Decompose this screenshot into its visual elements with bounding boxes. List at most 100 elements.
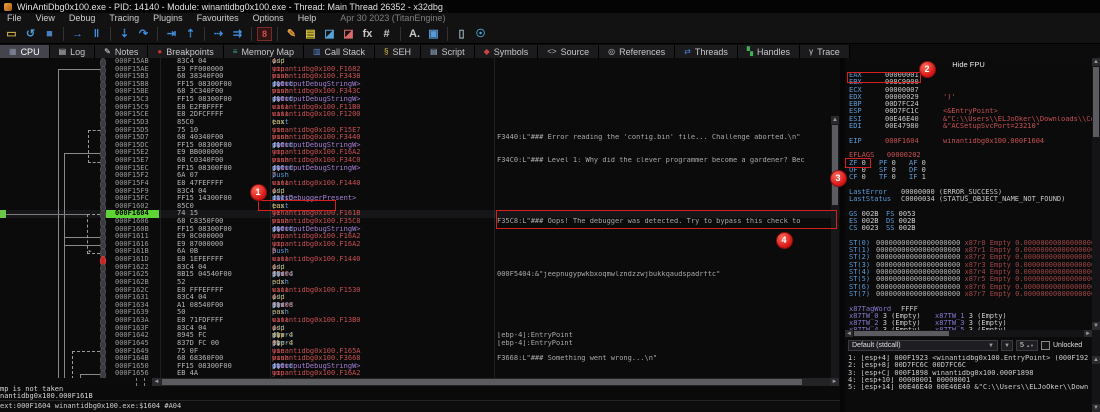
tab-references[interactable]: ◎References bbox=[599, 45, 675, 58]
calculator-icon[interactable]: ▯ bbox=[453, 26, 470, 42]
scroll-left-button[interactable]: ◄ bbox=[845, 330, 853, 337]
tab-notes[interactable]: ✎Notes bbox=[95, 45, 148, 58]
scroll-up-button[interactable]: ▲ bbox=[1092, 356, 1100, 364]
disasm-row[interactable]: 000F15B368 38340F00push winantidbg0x100.… bbox=[0, 73, 840, 81]
register-line[interactable]: x87TW_0 3 (Empty)x87TW_1 3 (Empty) bbox=[845, 313, 1092, 320]
address-cell[interactable]: 000F15B3 bbox=[106, 73, 159, 81]
menu-debug[interactable]: Debug bbox=[62, 13, 103, 24]
address-cell[interactable]: 000F1616 bbox=[106, 241, 159, 249]
disasm-row[interactable]: 000F15D768 40340F00push winantidbg0x100.… bbox=[0, 134, 840, 142]
menu-plugins[interactable]: Plugins bbox=[146, 13, 190, 24]
argument-row[interactable]: 4: [esp+10] 00000001 00000001 bbox=[848, 377, 1088, 384]
disasm-row[interactable]: 000F162B52push edx bbox=[0, 279, 840, 287]
address-cell[interactable]: 000F15C3 bbox=[106, 96, 159, 104]
instruction-cell[interactable]: je winantidbg0x100.F161B bbox=[272, 210, 492, 218]
address-cell[interactable]: 000F15E7 bbox=[106, 157, 159, 165]
register-line[interactable]: ECX00000007 bbox=[845, 87, 1092, 94]
instruction-cell[interactable]: push winantidbg0x100.F3668 bbox=[272, 355, 492, 363]
argument-row[interactable]: 1: [esp+4] 000F1923 <winantidbg0x100.Ent… bbox=[848, 355, 1088, 362]
fx-icon[interactable]: fx bbox=[359, 26, 376, 42]
instruction-cell[interactable]: add esp,4 bbox=[272, 325, 492, 333]
instruction-cell[interactable]: add esp,4 bbox=[272, 264, 492, 272]
instruction-cell[interactable]: push winantidbg0x100.F343C bbox=[272, 88, 492, 96]
address-cell[interactable]: 000F1656 bbox=[106, 370, 159, 378]
register-line[interactable]: x87TW_2 3 (Empty)x87TW_3 3 (Empty) bbox=[845, 320, 1092, 327]
tab-log[interactable]: ▤Log bbox=[50, 45, 96, 58]
address-cell[interactable]: 000F15C9 bbox=[106, 104, 159, 112]
disasm-row[interactable]: 000F15E2E9 BB000000jmp winantidbg0x100.F… bbox=[0, 149, 840, 157]
address-cell[interactable]: 000F1639 bbox=[106, 309, 159, 317]
disasm-row[interactable]: 000F15CEE8 2DFCFFFFcall winantidbg0x100.… bbox=[0, 111, 840, 119]
instruction-cell[interactable]: push eax bbox=[272, 309, 492, 317]
instruction-cell[interactable]: jmp winantidbg0x100.F16A2 bbox=[272, 233, 492, 241]
hash-icon[interactable]: # bbox=[378, 26, 395, 42]
register-line[interactable]: ST(5)00000000000000000000 x87r5 Empty 0.… bbox=[845, 276, 1092, 283]
address-cell[interactable]: 000F15DC bbox=[106, 142, 159, 150]
address-cell[interactable]: 000F1602 bbox=[106, 203, 159, 211]
menu-help[interactable]: Help bbox=[291, 13, 324, 24]
disasm-row[interactable]: 000F15AB83C4 04add esp,4 bbox=[0, 58, 840, 66]
instruction-cell[interactable]: call winantidbg0x100.F11B0 bbox=[272, 104, 492, 112]
font-icon[interactable]: A. bbox=[406, 26, 423, 42]
tab-source[interactable]: <>Source bbox=[538, 45, 599, 58]
instruction-cell[interactable]: push winantidbg0x100.F3438 bbox=[272, 73, 492, 81]
scroll-down-button[interactable]: ▼ bbox=[1092, 322, 1100, 330]
instruction-cell[interactable]: add esp,4 bbox=[272, 58, 492, 66]
disasm-row[interactable]: 000F15ECFF15 08300F00call dword ptr ds:[… bbox=[0, 165, 840, 173]
run-icon[interactable]: → bbox=[69, 26, 86, 42]
address-cell[interactable]: 000F1649 bbox=[106, 348, 159, 356]
erase-red-icon[interactable]: ◪ bbox=[340, 26, 357, 42]
address-cell[interactable]: 000F15F9 bbox=[106, 188, 159, 196]
disasm-row[interactable]: 000F15C9E8 E2FBFFFFcall winantidbg0x100.… bbox=[0, 104, 840, 112]
register-line[interactable]: EDX00000029')' bbox=[845, 94, 1092, 101]
stack-layout-icon[interactable]: ▤ bbox=[302, 26, 319, 42]
tab-seh[interactable]: §SEH bbox=[375, 45, 421, 58]
instruction-cell[interactable]: push B bbox=[272, 248, 492, 256]
run-to-user-code-icon[interactable]: ⇢ bbox=[210, 26, 227, 42]
scroll-thumb[interactable] bbox=[832, 125, 838, 205]
disasm-row[interactable]: 000F15D575 10jne winantidbg0x100.F15E7 bbox=[0, 127, 840, 135]
disasm-row[interactable]: 000F161DE8 1EFEFFFFcall winantidbg0x100.… bbox=[0, 256, 840, 264]
erase-blue-icon[interactable]: ◪ bbox=[321, 26, 338, 42]
tab-symbols[interactable]: ◆Symbols bbox=[475, 45, 539, 58]
address-cell[interactable]: 000F163F bbox=[106, 325, 159, 333]
instruction-cell[interactable]: cmp dword ptr ss:[ebp-4],0 bbox=[272, 340, 492, 348]
address-cell[interactable]: 000F1642 bbox=[106, 332, 159, 340]
address-cell[interactable]: 000F1606 bbox=[106, 218, 159, 226]
register-line[interactable]: EDI00E47980&"ACSetupSvcPort=23210" bbox=[845, 123, 1092, 130]
instruction-cell[interactable]: mov edx,dword ptr ds:[F5404] bbox=[272, 271, 492, 279]
address-cell[interactable]: 000F1631 bbox=[106, 294, 159, 302]
register-line[interactable]: ST(3)00000000000000000000 x87r3 Empty 0.… bbox=[845, 262, 1092, 269]
tab-call-stack[interactable]: ▥Call Stack bbox=[304, 45, 375, 58]
address-cell[interactable]: 000F15BE bbox=[106, 88, 159, 96]
disasm-row[interactable]: 000F16428945 FCmov dword ptr ss:[ebp-4],… bbox=[0, 332, 840, 340]
register-line[interactable]: ESP00D7FC1C<&EntryPoint> bbox=[845, 108, 1092, 115]
instruction-cell[interactable]: call dword ptr ds:[<&OutputDebugStringW>… bbox=[272, 226, 492, 234]
animate-into-icon[interactable]: ⇉ bbox=[229, 26, 246, 42]
instruction-cell[interactable]: jne winantidbg0x100.F165A bbox=[272, 348, 492, 356]
instruction-cell[interactable]: jmp winantidbg0x100.F16A2 bbox=[272, 149, 492, 157]
disasm-row[interactable]: 000F163950push eax bbox=[0, 309, 840, 317]
instruction-cell[interactable]: jmp winantidbg0x100.F16A2 bbox=[272, 241, 492, 249]
address-cell[interactable]: 000F1604 bbox=[106, 210, 159, 218]
address-cell[interactable]: 000F15AB bbox=[106, 58, 159, 66]
disasm-row[interactable]: 000F16258B15 04540F00mov edx,dword ptr d… bbox=[0, 271, 840, 279]
address-cell[interactable]: 000F1622 bbox=[106, 264, 159, 272]
argument-row[interactable]: 2: [esp+8] 00D7FC6C 00D7FC6C bbox=[848, 362, 1088, 369]
instruction-cell[interactable]: call dword ptr ds:[<&OutputDebugStringW>… bbox=[272, 142, 492, 150]
register-line[interactable]: ES 002BDS 002B bbox=[845, 218, 1092, 225]
instruction-cell[interactable]: jmp winantidbg0x100.F1682 bbox=[272, 66, 492, 74]
step-into-icon[interactable]: ⇣ bbox=[116, 26, 133, 42]
disasm-row[interactable]: 000F15E768 C0340F00push winantidbg0x100.… bbox=[0, 157, 840, 165]
scroll-down-button[interactable]: ▼ bbox=[1092, 404, 1100, 412]
register-line[interactable]: ST(1)00000000000000000000 x87r1 Empty 0.… bbox=[845, 247, 1092, 254]
instruction-cell[interactable]: jne winantidbg0x100.F15E7 bbox=[272, 127, 492, 135]
instruction-cell[interactable]: mov dword ptr ss:[ebp-4],eax bbox=[272, 332, 492, 340]
instruction-cell[interactable]: push winantidbg0x100.F3440 bbox=[272, 134, 492, 142]
assemble-icon[interactable]: ✎ bbox=[283, 26, 300, 42]
disasm-row[interactable]: 000F1616E9 87000000jmp winantidbg0x100.F… bbox=[0, 241, 840, 249]
open-file-icon[interactable]: ▭ bbox=[3, 26, 20, 42]
disasm-row[interactable]: 000F162CE8 FFFEFFFFcall winantidbg0x100.… bbox=[0, 287, 840, 295]
row-dot[interactable] bbox=[100, 370, 106, 378]
arguments-panel[interactable]: Default (stdcall) ▼ ▼ 5 ▲▼ Unlocked 1: [… bbox=[845, 338, 1092, 412]
